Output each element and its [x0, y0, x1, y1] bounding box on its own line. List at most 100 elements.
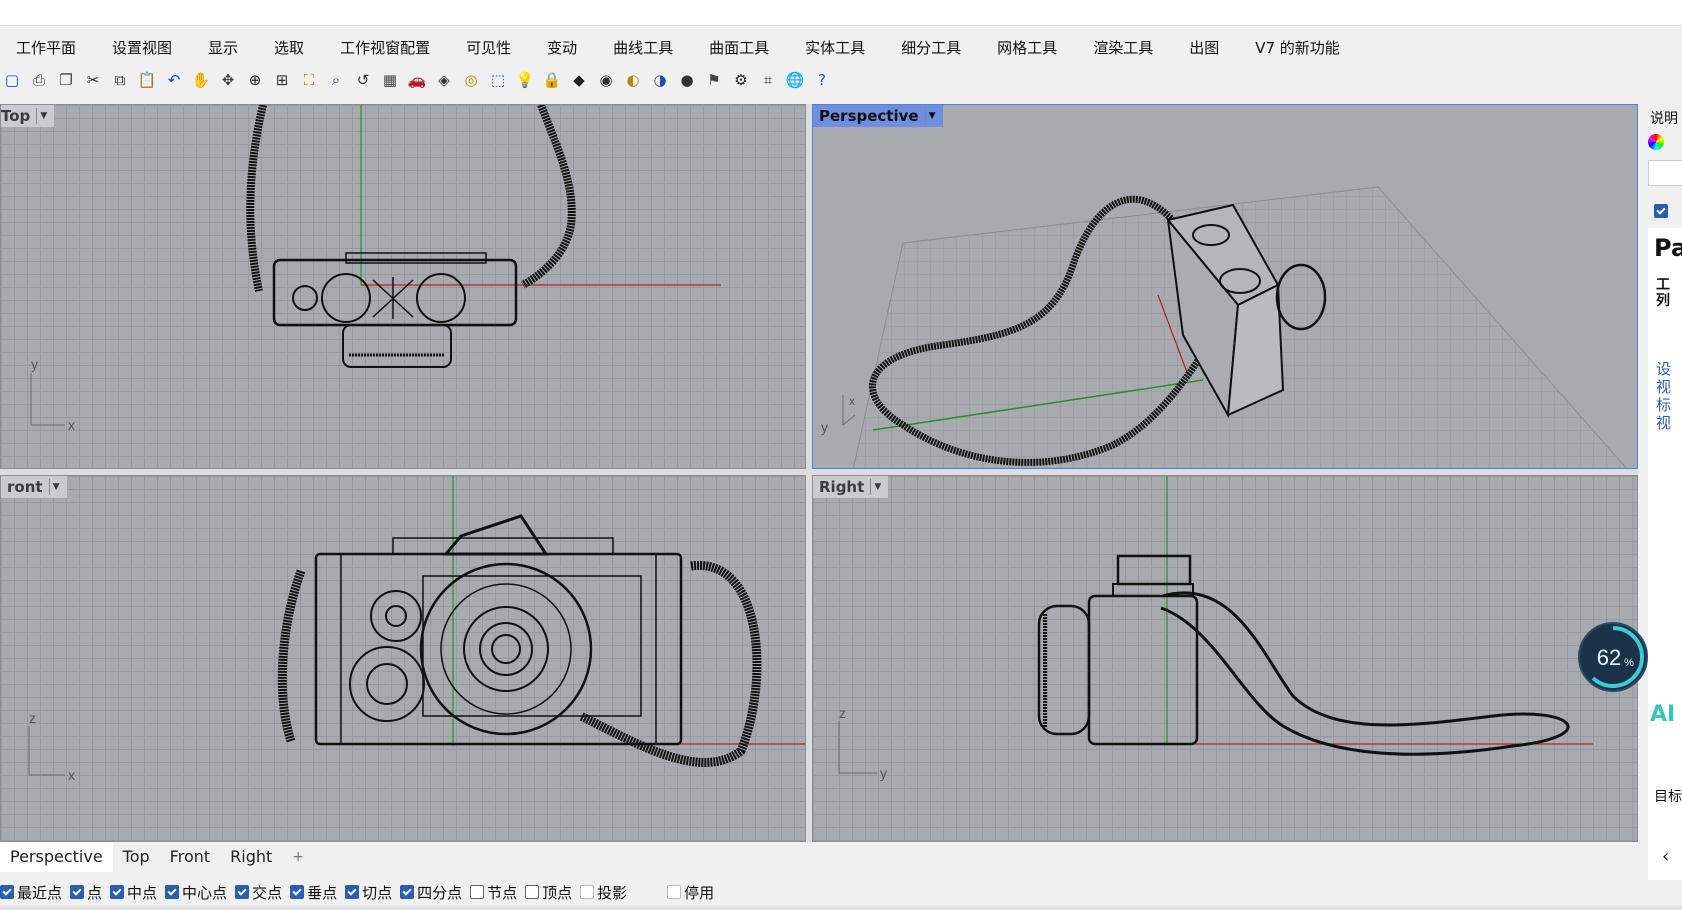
- snap-7[interactable]: 四分点: [400, 882, 462, 903]
- ribbon-tab-14[interactable]: V7 的新功能: [1239, 33, 1360, 63]
- undo-icon[interactable]: ↶: [162, 68, 186, 92]
- color-wheel-icon[interactable]: ◉: [594, 68, 618, 92]
- view-tab-right[interactable]: Right: [220, 842, 282, 872]
- chevron-down-icon[interactable]: ▼: [48, 479, 63, 495]
- viewport-name: Perspective: [819, 107, 919, 125]
- snap-checkbox[interactable]: [400, 885, 415, 899]
- shade-icon[interactable]: ◐: [621, 68, 645, 92]
- snap-6[interactable]: 切点: [345, 882, 392, 903]
- search-input[interactable]: [1648, 160, 1682, 186]
- snap-checkbox[interactable]: [235, 885, 250, 899]
- add-tab-icon[interactable]: +: [282, 849, 314, 865]
- snap-checkbox[interactable]: [470, 885, 485, 899]
- gear-icon[interactable]: ⚙: [729, 68, 753, 92]
- light-icon[interactable]: 💡: [513, 68, 537, 92]
- zoom-icon[interactable]: ⊕: [243, 68, 267, 92]
- ribbon-tab-7[interactable]: 曲线工具: [597, 33, 693, 63]
- help-link-4[interactable]: 视: [1656, 412, 1671, 433]
- ribbon-tab-11[interactable]: 网格工具: [981, 33, 1077, 63]
- ribbon-tab-6[interactable]: 变动: [531, 33, 597, 63]
- chevron-down-icon[interactable]: ▼: [36, 108, 50, 124]
- ribbon-tab-9[interactable]: 实体工具: [789, 33, 885, 63]
- cut-icon[interactable]: ✂: [81, 68, 105, 92]
- perspective-view-drawing: y x: [821, 186, 1627, 468]
- snap-1[interactable]: 点: [70, 882, 102, 903]
- zoom-extents-icon[interactable]: ⛶: [297, 68, 321, 92]
- material-icon[interactable]: ◈: [432, 68, 456, 92]
- viewport-title-top[interactable]: Top ▼: [1, 105, 55, 127]
- axis-label-h: x: [68, 417, 75, 433]
- viewport-perspective[interactable]: y x Perspective ▼: [812, 104, 1638, 469]
- snap-5[interactable]: 垂点: [290, 882, 337, 903]
- chevron-down-icon[interactable]: ▼: [870, 479, 884, 495]
- help-icon[interactable]: ?: [810, 68, 834, 92]
- chevron-left-icon[interactable]: ‹: [1662, 846, 1669, 867]
- zoom-selected-icon[interactable]: ⌕: [324, 68, 348, 92]
- view-tab-front[interactable]: Front: [160, 842, 220, 872]
- snap-10[interactable]: 投影: [580, 882, 627, 903]
- snap-checkbox[interactable]: [110, 885, 125, 899]
- pan-hand-icon[interactable]: ✋: [189, 68, 213, 92]
- panel-checkbox[interactable]: [1654, 204, 1668, 218]
- ribbon-tab-5[interactable]: 可见性: [450, 33, 531, 63]
- flag-icon[interactable]: ⚑: [702, 68, 726, 92]
- ribbon-tab-3[interactable]: 选取: [258, 33, 324, 63]
- snap-checkbox[interactable]: [345, 885, 360, 899]
- snap-8[interactable]: 节点: [470, 882, 517, 903]
- snap-label: 切点: [362, 883, 393, 902]
- snap-2[interactable]: 中点: [110, 882, 157, 903]
- car-icon[interactable]: 🚗: [405, 68, 429, 92]
- ribbon-tab-13[interactable]: 出图: [1173, 33, 1239, 63]
- viewport-top[interactable]: y x Top ▼: [0, 104, 806, 469]
- globe-icon[interactable]: 🌐: [783, 68, 807, 92]
- viewport-title-right[interactable]: Right ▼: [813, 476, 889, 498]
- strap: [1160, 591, 1570, 756]
- snap-checkbox[interactable]: [70, 885, 85, 899]
- snap-3[interactable]: 中心点: [165, 882, 227, 903]
- render-icon[interactable]: ◑: [648, 68, 672, 92]
- strap-right: [578, 561, 762, 767]
- snap-checkbox[interactable]: [580, 885, 595, 899]
- ribbon-tab-10[interactable]: 细分工具: [885, 33, 981, 63]
- viewport-right[interactable]: z y Right ▼: [812, 475, 1638, 842]
- camera-icon[interactable]: ◎: [459, 68, 483, 92]
- view-tab-perspective[interactable]: Perspective: [0, 842, 113, 872]
- ribbon-tab-12[interactable]: 渲染工具: [1077, 33, 1173, 63]
- standard-toolbar: ▢ ⎙ ❐ ✂ ⧉ 📋 ↶ ✋ ✥ ⊕ ⊞ ⛶ ⌕ ↺ ▦ 🚗 ◈ ◎ ⬚ 💡 🔒 ◆ ◉ ◐ ◑ ● ⚑ ⚙ ⌗ 🌐?: [0, 64, 1682, 96]
- ribbon-tab-8[interactable]: 曲面工具: [693, 33, 789, 63]
- select-icon[interactable]: ⬚: [486, 68, 510, 92]
- snap-checkbox[interactable]: [525, 885, 540, 899]
- snap-0[interactable]: 最近点: [0, 882, 62, 903]
- snap-9[interactable]: 顶点: [525, 882, 572, 903]
- lock-icon[interactable]: 🔒: [540, 68, 564, 92]
- undo-view-icon[interactable]: ↺: [351, 68, 375, 92]
- four-viewports-icon[interactable]: ▦: [378, 68, 402, 92]
- viewport-title-perspective[interactable]: Perspective ▼: [813, 105, 943, 127]
- viewport-front[interactable]: z x ront ▼: [0, 475, 806, 842]
- options-icon[interactable]: ⌗: [756, 68, 780, 92]
- zoom-window-icon[interactable]: ⊞: [270, 68, 294, 92]
- ribbon-tab-2[interactable]: 显示: [192, 33, 258, 63]
- print-icon[interactable]: ⎙: [27, 68, 51, 92]
- snap-checkbox[interactable]: [667, 885, 682, 899]
- snap-checkbox[interactable]: [165, 885, 180, 899]
- front-view-drawing: z x: [28, 476, 805, 783]
- paste-icon[interactable]: 📋: [135, 68, 159, 92]
- sphere-icon[interactable]: ●: [675, 68, 699, 92]
- viewport-title-front[interactable]: ront ▼: [1, 476, 67, 498]
- new-icon[interactable]: ▢: [0, 68, 24, 92]
- color-wheel-icon[interactable]: [1648, 134, 1664, 150]
- ribbon-tab-1[interactable]: 设置视图: [96, 33, 192, 63]
- snap-checkbox[interactable]: [0, 885, 14, 899]
- view-tab-top[interactable]: Top: [113, 842, 160, 872]
- copy-icon[interactable]: ⧉: [108, 68, 132, 92]
- rotate-view-icon[interactable]: ✥: [216, 68, 240, 92]
- ribbon-tab-0[interactable]: 工作平面: [0, 33, 96, 63]
- layer-icon[interactable]: ◆: [567, 68, 591, 92]
- chevron-down-icon[interactable]: ▼: [924, 108, 939, 124]
- copy-doc-icon[interactable]: ❐: [54, 68, 78, 92]
- snap-checkbox[interactable]: [290, 885, 305, 899]
- snap-4[interactable]: 交点: [235, 882, 282, 903]
- ribbon-tab-4[interactable]: 工作视窗配置: [324, 33, 450, 63]
- snap-11[interactable]: 停用: [667, 882, 714, 903]
